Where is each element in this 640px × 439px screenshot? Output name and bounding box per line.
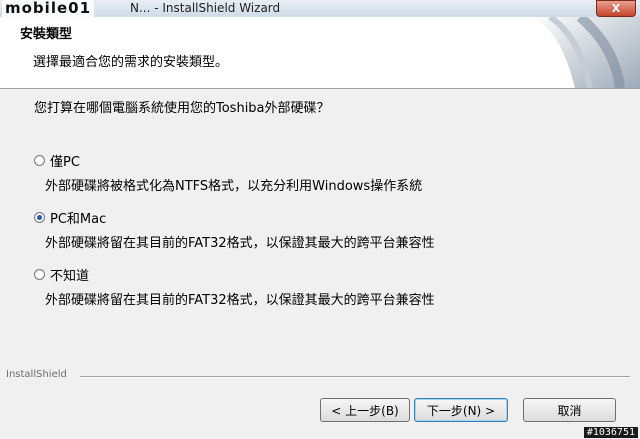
- title-bar: mobile01 N... - InstallShield Wizard X: [0, 0, 640, 17]
- next-button[interactable]: 下一步(N) >: [414, 398, 508, 422]
- radio-pc-only[interactable]: [34, 155, 45, 166]
- watermark-logo: mobile01: [2, 0, 95, 17]
- option-pc-only[interactable]: 僅PC: [34, 151, 80, 170]
- option-label: 僅PC: [50, 155, 80, 170]
- back-button[interactable]: < 上一步(B): [320, 398, 410, 422]
- cancel-button[interactable]: 取消: [523, 398, 616, 422]
- question-text: 您打算在哪個電腦系統使用您的Toshiba外部硬碟？: [34, 101, 330, 116]
- page-title: 安裝類型: [20, 27, 73, 42]
- option-pc-mac[interactable]: PC和Mac: [34, 208, 106, 227]
- radio-pc-mac[interactable]: [34, 212, 45, 223]
- option-label: 不知道: [50, 269, 90, 284]
- wizard-header: 安裝類型 選擇最適合您的需求的安裝類型。: [0, 17, 640, 89]
- watermark-id: #1036751: [583, 427, 638, 438]
- option-label: PC和Mac: [50, 212, 107, 227]
- radio-unknown[interactable]: [34, 269, 45, 280]
- close-button[interactable]: X: [596, 0, 636, 17]
- option-description: 外部硬碟將被格式化為NTFS格式，以充分利用Windows操作系統: [45, 179, 423, 194]
- page-subtitle: 選擇最適合您的需求的安裝類型。: [33, 55, 229, 70]
- wizard-body: 您打算在哪個電腦系統使用您的Toshiba外部硬碟？ 僅PC 外部硬碟將被格式化…: [0, 89, 640, 439]
- footer-divider: [80, 376, 630, 378]
- installer-corner-graphic: [530, 17, 640, 88]
- option-unknown[interactable]: 不知道: [34, 265, 89, 284]
- window-title: N... - InstallShield Wizard: [130, 1, 281, 15]
- option-description: 外部硬碟將留在其目前的FAT32格式，以保證其最大的跨平台兼容性: [45, 293, 435, 308]
- installshield-brand: InstallShield: [6, 369, 67, 380]
- option-description: 外部硬碟將留在其目前的FAT32格式，以保證其最大的跨平台兼容性: [45, 236, 435, 251]
